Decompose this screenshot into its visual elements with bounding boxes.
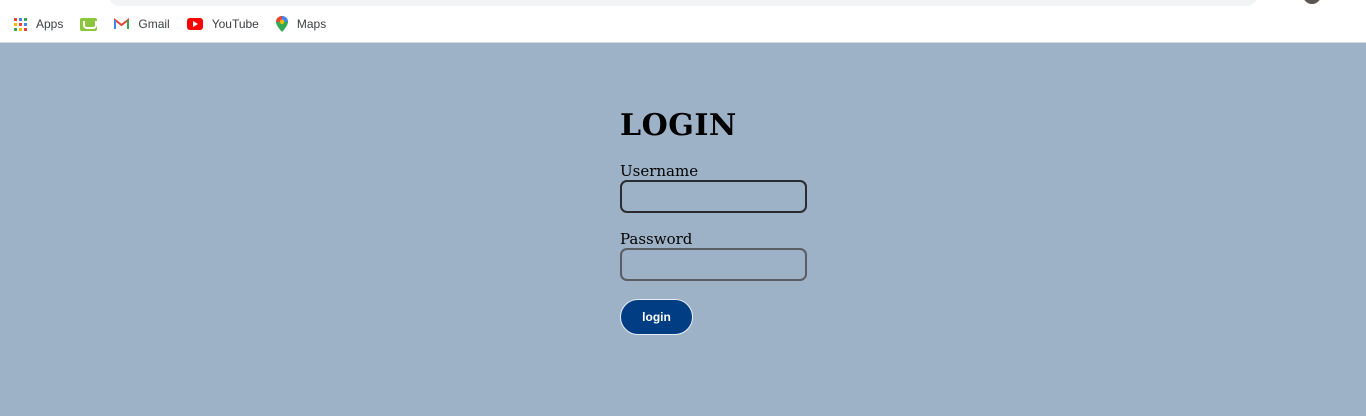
password-label: Password [620,230,693,248]
bookmark-youtube[interactable]: YouTube [186,17,259,31]
bookmark-label: Apps [36,17,64,31]
address-bar[interactable] [108,0,1258,6]
username-field[interactable] [620,180,807,213]
gmail-icon [114,18,130,29]
profile-avatar[interactable] [1303,0,1321,4]
bookmark-maps[interactable]: Maps [275,16,327,32]
bookmark-label: Gmail [138,17,170,31]
bookmark-label: Maps [296,17,327,31]
bookmark-green[interactable] [80,17,98,31]
page-title: LOGIN [620,108,737,143]
browser-toolbar: Apps Gmail YouTube Maps [0,0,1366,43]
green-bookmark-icon [80,17,98,31]
username-label: Username [620,162,699,180]
youtube-icon [186,18,203,30]
password-field[interactable] [620,248,807,281]
login-form: LOGIN Username Password login [620,108,810,335]
login-button[interactable]: login [620,299,693,335]
bookmark-gmail[interactable]: Gmail [114,17,170,31]
bookmark-label: YouTube [211,17,259,31]
maps-icon [275,16,288,32]
bookmark-apps[interactable]: Apps [14,17,63,31]
bookmarks-bar: Apps Gmail YouTube Maps [14,14,343,34]
apps-grid-icon [14,17,27,31]
